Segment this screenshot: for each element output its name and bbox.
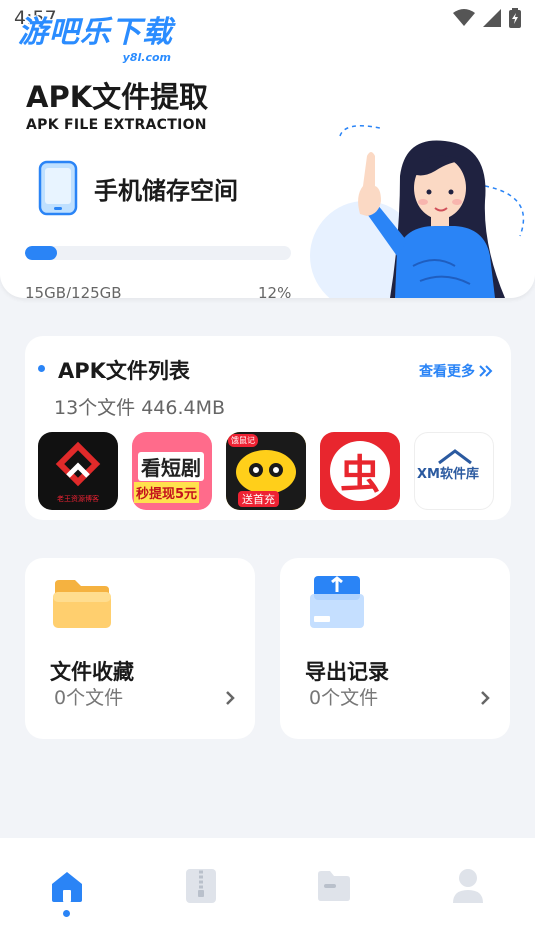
woman-illustration — [310, 125, 525, 298]
export-tile[interactable]: 导出记录 0个文件 — [280, 558, 510, 739]
double-chevron-right-icon — [479, 365, 493, 377]
active-indicator-dot — [63, 910, 71, 917]
watermark-logo: 游吧乐下载 y8l.com — [18, 15, 173, 64]
apk-icon-row: 老王资源博客 看短剧 秒提现5元 饿鼠记 送首充 虫 XM软件库 — [38, 432, 494, 510]
app-label-2-top: 看短剧 — [138, 452, 204, 481]
storage-used-text: 15GB/125GB — [25, 284, 122, 298]
bottom-nav — [0, 838, 535, 951]
export-count: 0个文件 — [309, 687, 379, 709]
status-icons — [453, 8, 521, 28]
storage-title: 手机储存空间 — [94, 176, 238, 205]
user-icon — [453, 869, 484, 903]
storage-row: 手机储存空间 — [38, 160, 238, 216]
favorites-title: 文件收藏 — [50, 660, 134, 684]
app-icon-2[interactable]: 看短剧 秒提现5元 — [132, 432, 212, 510]
watermark-text: 游吧乐下载 — [18, 15, 173, 50]
home-icon — [51, 872, 82, 902]
wifi-icon — [453, 9, 475, 26]
page-title: APK文件提取 — [26, 80, 209, 114]
chevron-right-icon — [481, 691, 490, 705]
nav-home[interactable] — [37, 868, 97, 928]
app-label-3-top: 饿鼠记 — [228, 434, 258, 447]
apk-list-title: APK文件列表 — [58, 359, 190, 383]
favorites-count: 0个文件 — [54, 687, 124, 709]
nav-profile[interactable] — [438, 868, 498, 928]
bullet-dot — [38, 365, 45, 372]
apk-summary: 13个文件 446.4MB — [54, 397, 226, 419]
see-more-link[interactable]: 查看更多 — [419, 361, 493, 381]
export-box-icon — [310, 576, 364, 628]
app-icon-1[interactable]: 老王资源博客 — [38, 432, 118, 510]
app-label-3-bottom: 送首充 — [238, 491, 279, 507]
watermark-subtext: y8l.com — [122, 51, 171, 64]
app-label-4: 虫 — [340, 451, 380, 498]
app-icon-3[interactable]: 饿鼠记 送首充 — [226, 432, 306, 510]
app-label-1: 老王资源博客 — [57, 495, 99, 503]
chevron-right-icon — [226, 691, 235, 705]
apk-list-card[interactable]: APK文件列表 查看更多 13个文件 446.4MB 老王资源博客 看短剧 秒提… — [25, 336, 511, 520]
nav-archive[interactable] — [171, 868, 231, 928]
app-label-5: XM软件库 — [417, 467, 479, 482]
export-title: 导出记录 — [305, 660, 389, 684]
app-label-2-bottom: 秒提现5元 — [134, 482, 200, 503]
nav-files[interactable] — [304, 868, 364, 928]
folder-icon — [53, 580, 111, 628]
favorites-tile[interactable]: 文件收藏 0个文件 — [25, 558, 255, 739]
storage-progress-bar — [25, 246, 291, 260]
storage-progress-fill — [25, 246, 57, 260]
app-icon-4[interactable]: 虫 — [320, 432, 400, 510]
folder-outline-icon — [318, 871, 351, 901]
signal-icon — [483, 9, 501, 27]
zip-file-icon — [185, 869, 216, 903]
app-icon-5[interactable]: XM软件库 — [414, 432, 494, 510]
app-logo-4: 虫 — [330, 441, 390, 501]
see-more-label: 查看更多 — [419, 364, 475, 380]
page-subtitle: APK FILE EXTRACTION — [26, 117, 207, 133]
storage-percent-text: 12% — [258, 284, 292, 298]
battery-icon — [509, 8, 521, 28]
phone-icon — [38, 160, 78, 216]
